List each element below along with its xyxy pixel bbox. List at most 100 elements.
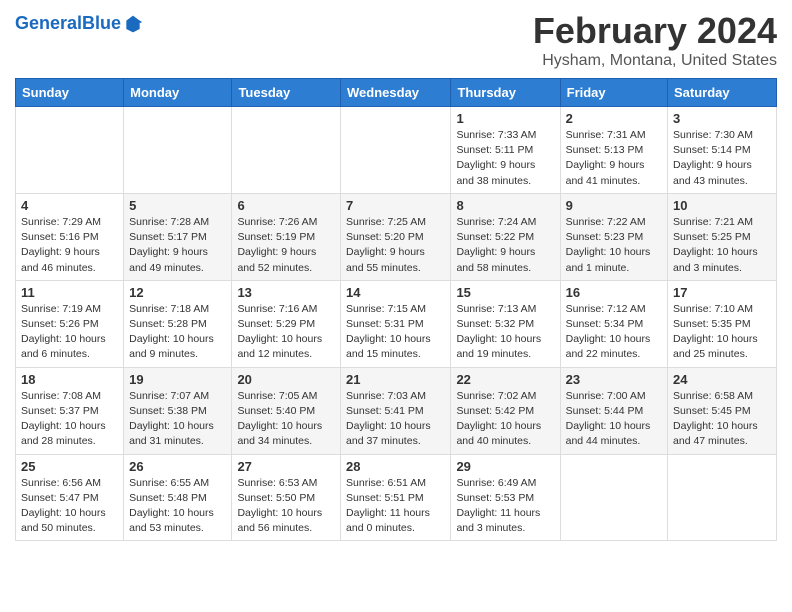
day-number: 6: [237, 198, 335, 213]
day-info: Sunrise: 6:58 AM Sunset: 5:45 PM Dayligh…: [673, 389, 771, 450]
day-info: Sunrise: 7:00 AM Sunset: 5:44 PM Dayligh…: [566, 389, 662, 450]
day-info: Sunrise: 6:56 AM Sunset: 5:47 PM Dayligh…: [21, 476, 118, 537]
calendar-cell: 12 Sunrise: 7:18 AM Sunset: 5:28 PM Dayli…: [124, 280, 232, 367]
day-info: Sunrise: 7:30 AM Sunset: 5:14 PM Dayligh…: [673, 128, 771, 189]
day-number: 16: [566, 285, 662, 300]
calendar-cell: [232, 107, 341, 194]
day-number: 19: [129, 372, 226, 387]
calendar-cell: 19 Sunrise: 7:07 AM Sunset: 5:38 PM Dayli…: [124, 367, 232, 454]
day-info: Sunrise: 7:25 AM Sunset: 5:20 PM Dayligh…: [346, 215, 445, 276]
calendar-cell: 2 Sunrise: 7:31 AM Sunset: 5:13 PM Daylig…: [560, 107, 667, 194]
day-info: Sunrise: 6:51 AM Sunset: 5:51 PM Dayligh…: [346, 476, 445, 537]
calendar-cell: 15 Sunrise: 7:13 AM Sunset: 5:32 PM Dayli…: [451, 280, 560, 367]
day-info: Sunrise: 7:33 AM Sunset: 5:11 PM Dayligh…: [456, 128, 554, 189]
month-title: February 2024: [533, 10, 777, 52]
calendar-cell: 26 Sunrise: 6:55 AM Sunset: 5:48 PM Dayli…: [124, 454, 232, 541]
calendar-cell: 24 Sunrise: 6:58 AM Sunset: 5:45 PM Dayli…: [668, 367, 777, 454]
day-number: 18: [21, 372, 118, 387]
day-number: 28: [346, 459, 445, 474]
calendar-cell: 21Sunrise: 7:03 AM Sunset: 5:41 PM Dayli…: [341, 367, 451, 454]
day-number: 14: [346, 285, 445, 300]
day-number: 8: [456, 198, 554, 213]
calendar-cell: 16 Sunrise: 7:12 AM Sunset: 5:34 PM Dayli…: [560, 280, 667, 367]
day-info: Sunrise: 7:03 AM Sunset: 5:41 PM Dayligh…: [346, 389, 445, 450]
calendar-cell: 25 Sunrise: 6:56 AM Sunset: 5:47 PM Dayli…: [16, 454, 124, 541]
calendar-cell: [124, 107, 232, 194]
day-info: Sunrise: 7:22 AM Sunset: 5:23 PM Dayligh…: [566, 215, 662, 276]
calendar-cell: 23 Sunrise: 7:00 AM Sunset: 5:44 PM Dayli…: [560, 367, 667, 454]
day-of-week-header: Tuesday: [232, 79, 341, 107]
day-info: Sunrise: 7:24 AM Sunset: 5:22 PM Dayligh…: [456, 215, 554, 276]
day-number: 26: [129, 459, 226, 474]
day-of-week-header: Wednesday: [341, 79, 451, 107]
title-area: February 2024 Hysham, Montana, United St…: [533, 10, 777, 70]
logo: GeneralBlue: [15, 14, 143, 34]
day-of-week-header: Friday: [560, 79, 667, 107]
day-number: 29: [456, 459, 554, 474]
calendar-cell: 22Sunrise: 7:02 AM Sunset: 5:42 PM Dayli…: [451, 367, 560, 454]
calendar-cell: 8 Sunrise: 7:24 AM Sunset: 5:22 PM Daylig…: [451, 193, 560, 280]
calendar-week-row: 11Sunrise: 7:19 AM Sunset: 5:26 PM Dayli…: [16, 280, 777, 367]
day-of-week-header: Monday: [124, 79, 232, 107]
day-number: 9: [566, 198, 662, 213]
calendar-cell: 20 Sunrise: 7:05 AM Sunset: 5:40 PM Dayli…: [232, 367, 341, 454]
calendar-cell: 14 Sunrise: 7:15 AM Sunset: 5:31 PM Dayli…: [341, 280, 451, 367]
calendar-week-row: 4 Sunrise: 7:29 AM Sunset: 5:16 PM Daylig…: [16, 193, 777, 280]
day-number: 15: [456, 285, 554, 300]
calendar-week-row: 1 Sunrise: 7:33 AM Sunset: 5:11 PM Daylig…: [16, 107, 777, 194]
day-info: Sunrise: 7:13 AM Sunset: 5:32 PM Dayligh…: [456, 302, 554, 363]
day-info: Sunrise: 7:05 AM Sunset: 5:40 PM Dayligh…: [237, 389, 335, 450]
day-of-week-header: Saturday: [668, 79, 777, 107]
day-info: Sunrise: 7:07 AM Sunset: 5:38 PM Dayligh…: [129, 389, 226, 450]
day-info: Sunrise: 7:12 AM Sunset: 5:34 PM Dayligh…: [566, 302, 662, 363]
day-number: 25: [21, 459, 118, 474]
header: GeneralBlue February 2024 Hysham, Montan…: [15, 10, 777, 70]
day-number: 22: [456, 372, 554, 387]
day-info: Sunrise: 7:26 AM Sunset: 5:19 PM Dayligh…: [237, 215, 335, 276]
calendar-cell: [560, 454, 667, 541]
logo-text: GeneralBlue: [15, 14, 121, 34]
day-number: 1: [456, 111, 554, 126]
calendar-cell: 29 Sunrise: 6:49 AM Sunset: 5:53 PM Dayli…: [451, 454, 560, 541]
day-number: 4: [21, 198, 118, 213]
day-info: Sunrise: 6:53 AM Sunset: 5:50 PM Dayligh…: [237, 476, 335, 537]
day-number: 23: [566, 372, 662, 387]
day-info: Sunrise: 7:15 AM Sunset: 5:31 PM Dayligh…: [346, 302, 445, 363]
day-info: Sunrise: 7:21 AM Sunset: 5:25 PM Dayligh…: [673, 215, 771, 276]
calendar-cell: 28 Sunrise: 6:51 AM Sunset: 5:51 PM Dayli…: [341, 454, 451, 541]
calendar-cell: 3Sunrise: 7:30 AM Sunset: 5:14 PM Daylig…: [668, 107, 777, 194]
calendar-cell: 4 Sunrise: 7:29 AM Sunset: 5:16 PM Daylig…: [16, 193, 124, 280]
calendar-cell: 11Sunrise: 7:19 AM Sunset: 5:26 PM Dayli…: [16, 280, 124, 367]
location-subtitle: Hysham, Montana, United States: [533, 52, 777, 70]
day-number: 24: [673, 372, 771, 387]
day-number: 11: [21, 285, 118, 300]
day-number: 7: [346, 198, 445, 213]
day-info: Sunrise: 7:18 AM Sunset: 5:28 PM Dayligh…: [129, 302, 226, 363]
day-info: Sunrise: 7:29 AM Sunset: 5:16 PM Dayligh…: [21, 215, 118, 276]
calendar-table: SundayMondayTuesdayWednesdayThursdayFrid…: [15, 78, 777, 541]
calendar-cell: 9 Sunrise: 7:22 AM Sunset: 5:23 PM Daylig…: [560, 193, 667, 280]
calendar-cell: [16, 107, 124, 194]
day-info: Sunrise: 6:55 AM Sunset: 5:48 PM Dayligh…: [129, 476, 226, 537]
day-info: Sunrise: 7:10 AM Sunset: 5:35 PM Dayligh…: [673, 302, 771, 363]
calendar-cell: 6 Sunrise: 7:26 AM Sunset: 5:19 PM Daylig…: [232, 193, 341, 280]
day-of-week-header: Sunday: [16, 79, 124, 107]
day-number: 27: [237, 459, 335, 474]
day-info: Sunrise: 7:31 AM Sunset: 5:13 PM Dayligh…: [566, 128, 662, 189]
day-info: Sunrise: 7:08 AM Sunset: 5:37 PM Dayligh…: [21, 389, 118, 450]
day-info: Sunrise: 6:49 AM Sunset: 5:53 PM Dayligh…: [456, 476, 554, 537]
day-info: Sunrise: 7:16 AM Sunset: 5:29 PM Dayligh…: [237, 302, 335, 363]
calendar-cell: [668, 454, 777, 541]
day-number: 12: [129, 285, 226, 300]
calendar-cell: 5Sunrise: 7:28 AM Sunset: 5:17 PM Daylig…: [124, 193, 232, 280]
calendar-week-row: 25 Sunrise: 6:56 AM Sunset: 5:47 PM Dayli…: [16, 454, 777, 541]
day-number: 5: [129, 198, 226, 213]
calendar-header-row: SundayMondayTuesdayWednesdayThursdayFrid…: [16, 79, 777, 107]
day-number: 20: [237, 372, 335, 387]
calendar-cell: 13Sunrise: 7:16 AM Sunset: 5:29 PM Dayli…: [232, 280, 341, 367]
day-number: 2: [566, 111, 662, 126]
calendar-cell: 17Sunrise: 7:10 AM Sunset: 5:35 PM Dayli…: [668, 280, 777, 367]
calendar-cell: 27 Sunrise: 6:53 AM Sunset: 5:50 PM Dayli…: [232, 454, 341, 541]
day-of-week-header: Thursday: [451, 79, 560, 107]
calendar-week-row: 18 Sunrise: 7:08 AM Sunset: 5:37 PM Dayli…: [16, 367, 777, 454]
